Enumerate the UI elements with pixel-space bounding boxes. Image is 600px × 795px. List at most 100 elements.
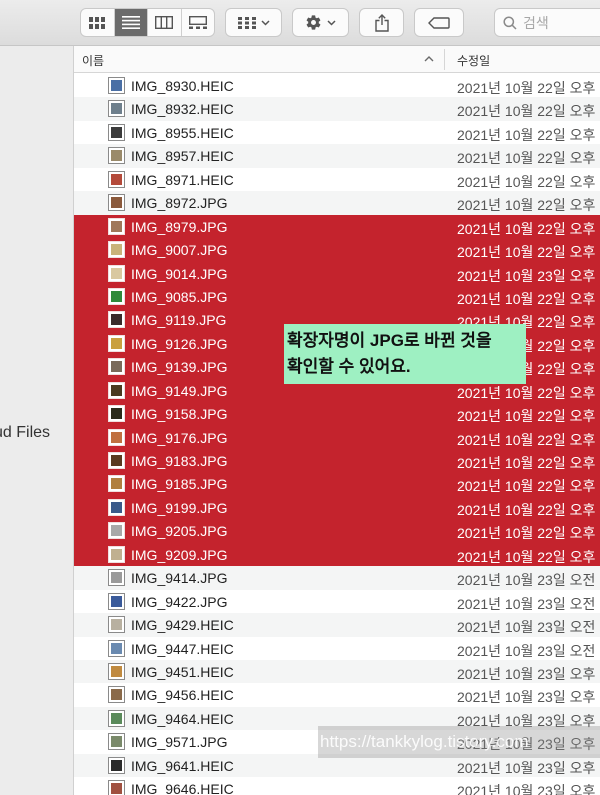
file-row[interactable]: IMG_9176.JPG 2021년 10월 22일 오후 <box>74 425 600 449</box>
file-date-modified: 2021년 10월 22일 오후 <box>457 220 596 237</box>
file-row[interactable]: IMG_9205.JPG 2021년 10월 22일 오후 <box>74 519 600 543</box>
file-row[interactable]: IMG_9209.JPG 2021년 10월 22일 오후 <box>74 542 600 567</box>
file-row[interactable]: IMG_8979.JPG 2021년 10월 22일 오후 <box>74 214 600 239</box>
file-row[interactable]: IMG_9451.HEIC 2021년 10월 23일 오후 <box>74 659 600 684</box>
view-mode-segmented-control <box>80 8 215 37</box>
file-name: IMG_9646.HEIC <box>131 781 234 795</box>
file-row[interactable]: IMG_8957.HEIC 2021년 10월 22일 오후 <box>74 144 600 168</box>
search-placeholder: 검색 <box>523 14 549 31</box>
file-row[interactable]: IMG_9429.HEIC 2021년 10월 23일 오전 <box>74 613 600 637</box>
file-name: IMG_9007.JPG <box>131 242 228 259</box>
image-thumbnail-icon <box>108 358 125 376</box>
file-row[interactable]: IMG_9422.JPG 2021년 10월 23일 오전 <box>74 590 600 613</box>
image-thumbnail-icon <box>108 756 125 774</box>
list-view-icon <box>121 16 140 29</box>
column-divider[interactable] <box>444 49 445 70</box>
file-list: 이름 수정일 IMG_8930.HEIC 2021년 10월 22일 오후 IMG_… <box>74 46 600 795</box>
file-name: IMG_8930.HEIC <box>131 78 234 94</box>
file-name: IMG_9422.JPG <box>131 593 228 610</box>
file-name: IMG_9126.JPG <box>131 335 228 352</box>
file-name: IMG_9139.JPG <box>131 359 228 376</box>
tag-button[interactable] <box>414 8 464 37</box>
file-date-modified: 2021년 10월 22일 오후 <box>457 384 596 401</box>
file-name: IMG_9571.JPG <box>131 734 228 751</box>
file-name: IMG_8971.HEIC <box>131 171 234 188</box>
file-name: IMG_9456.HEIC <box>131 687 234 704</box>
file-row[interactable]: IMG_9646.HEIC 2021년 10월 23일 오후 <box>74 777 600 795</box>
file-row[interactable]: IMG_8971.HEIC 2021년 10월 22일 오후 <box>74 168 600 191</box>
column-view-icon <box>155 16 174 29</box>
file-row[interactable]: IMG_9456.HEIC 2021년 10월 23일 오후 <box>74 683 600 706</box>
image-thumbnail-icon <box>108 545 125 563</box>
file-row[interactable]: IMG_8930.HEIC 2021년 10월 22일 오후 <box>74 74 600 97</box>
search-field[interactable]: 검색 <box>494 8 600 37</box>
image-thumbnail-icon <box>108 241 125 259</box>
chevron-down-icon <box>260 19 270 26</box>
search-icon <box>503 15 517 30</box>
file-date-modified: 2021년 10월 22일 오후 <box>457 103 596 120</box>
file-row[interactable]: IMG_9414.JPG 2021년 10월 23일 오전 <box>74 566 600 590</box>
image-thumbnail-icon <box>108 639 125 657</box>
file-date-modified: 2021년 10월 22일 오후 <box>457 455 596 471</box>
file-name: IMG_9641.HEIC <box>131 757 234 774</box>
image-thumbnail-icon <box>108 709 125 727</box>
sidebar: ud Files <box>0 46 74 795</box>
list-view-button[interactable] <box>114 9 148 36</box>
file-date-modified: 2021년 10월 22일 오후 <box>457 525 596 542</box>
file-name: IMG_9185.JPG <box>131 476 228 493</box>
column-header-date-modified[interactable]: 수정일 <box>457 52 490 69</box>
file-name: IMG_9205.JPG <box>131 523 228 540</box>
icon-view-button[interactable] <box>81 9 115 36</box>
file-name: IMG_9414.JPG <box>131 570 228 587</box>
file-name: IMG_9447.HEIC <box>131 640 234 657</box>
file-name: IMG_9158.JPG <box>131 406 228 423</box>
file-row[interactable]: IMG_9183.JPG 2021년 10월 22일 오후 <box>74 449 600 473</box>
file-row[interactable]: IMG_9085.JPG 2021년 10월 22일 오후 <box>74 284 600 309</box>
column-header-name[interactable]: 이름 <box>82 52 104 69</box>
file-row[interactable]: IMG_8972.JPG 2021년 10월 22일 오후 <box>74 191 600 215</box>
sort-ascending-chevron-icon[interactable] <box>424 50 434 68</box>
image-thumbnail-icon <box>108 780 125 795</box>
image-thumbnail-icon <box>108 498 125 516</box>
file-name: IMG_9119.JPG <box>131 312 227 329</box>
file-date-modified: 2021년 10월 23일 오후 <box>457 783 596 795</box>
file-date-modified: 2021년 10월 22일 오후 <box>457 197 596 214</box>
blog-watermark: https://tankkylog.tistory.com <box>318 726 600 758</box>
column-header-bar: 이름 수정일 <box>74 46 600 73</box>
file-date-modified: 2021년 10월 23일 오후 <box>457 689 596 706</box>
file-date-modified: 2021년 10월 22일 오후 <box>457 126 596 143</box>
callout-line-1: 확장자명이 JPG로 바뀐 것을 <box>287 331 492 350</box>
file-row[interactable]: IMG_8932.HEIC 2021년 10월 22일 오후 <box>74 97 600 121</box>
file-name: IMG_9085.JPG <box>131 288 228 305</box>
chevron-down-icon <box>327 19 336 26</box>
image-thumbnail-icon <box>108 147 125 165</box>
image-thumbnail-icon <box>108 405 125 423</box>
share-button[interactable] <box>359 8 404 37</box>
file-date-modified: 2021년 10월 23일 오전 <box>457 595 596 612</box>
file-name: IMG_8955.HEIC <box>131 124 234 141</box>
image-thumbnail-icon <box>108 100 125 118</box>
file-name: IMG_8932.HEIC <box>131 101 234 118</box>
file-row[interactable]: IMG_9199.JPG 2021년 10월 22일 오후 <box>74 495 600 520</box>
image-thumbnail-icon <box>108 475 125 493</box>
file-date-modified: 2021년 10월 22일 오후 <box>457 173 596 190</box>
file-row[interactable]: IMG_9014.JPG 2021년 10월 23일 오후 <box>74 261 600 285</box>
icon-view-icon <box>89 16 106 29</box>
group-by-button[interactable] <box>225 8 282 37</box>
image-thumbnail-icon <box>108 662 125 680</box>
file-name: IMG_9209.JPG <box>131 546 228 563</box>
action-menu-button[interactable] <box>292 8 349 37</box>
callout-line-2: 확인할 수 있어요. <box>287 357 411 376</box>
file-name: IMG_9199.JPG <box>131 499 228 516</box>
file-name: IMG_9014.JPG <box>131 265 228 282</box>
file-row[interactable]: IMG_9185.JPG 2021년 10월 22일 오후 <box>74 472 600 496</box>
file-row[interactable]: IMG_9447.HEIC 2021년 10월 23일 오전 <box>74 637 600 660</box>
file-row[interactable]: IMG_9158.JPG 2021년 10월 22일 오후 <box>74 402 600 426</box>
file-name: IMG_8957.HEIC <box>131 148 234 165</box>
gallery-view-button[interactable] <box>182 9 215 36</box>
file-row[interactable]: IMG_8955.HEIC 2021년 10월 22일 오후 <box>74 121 600 144</box>
image-thumbnail-icon <box>108 686 125 704</box>
file-row[interactable]: IMG_9007.JPG 2021년 10월 22일 오후 <box>74 238 600 262</box>
column-view-button[interactable] <box>148 9 182 36</box>
sidebar-item-icloud-files[interactable]: ud Files <box>0 424 50 442</box>
